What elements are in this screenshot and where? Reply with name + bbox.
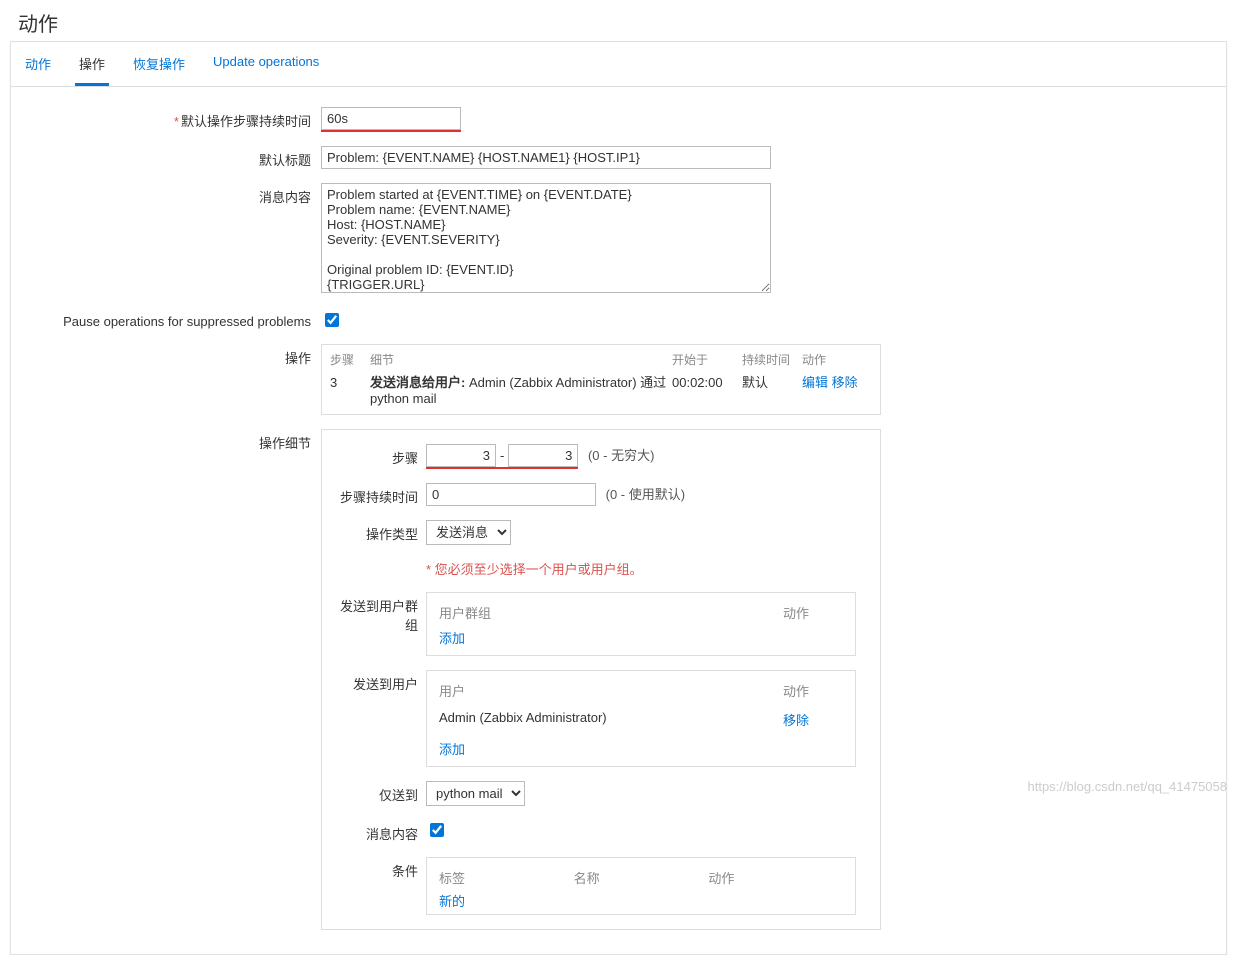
op-head-action: 动作 [802,351,872,368]
default-title-input[interactable] [321,146,771,169]
operation-label: 操作 [31,344,321,367]
user-table: 用户 动作 Admin (Zabbix Administrator) 移除 添加 [426,670,856,767]
condition-table: 标签 名称 动作 新的 [426,857,856,915]
cond-action-head: 动作 [708,868,843,887]
page-title: 动作 [10,0,1227,41]
only-send-to-select[interactable]: python mail [426,781,525,806]
main-panel: 动作 操作 恢复操作 Update operations *默认操作步骤持续时间… [10,41,1227,955]
op-head-duration: 持续时间 [742,351,802,368]
operation-detail-label: 操作细节 [31,429,321,452]
op-row-edit-link[interactable]: 编辑 [802,375,828,390]
remove-user-link[interactable]: 移除 [783,713,809,728]
message-content-label: 消息内容 [31,183,321,206]
op-type-label: 操作类型 [334,520,426,543]
required-mark: * [426,562,435,577]
add-user-link[interactable]: 添加 [439,739,843,758]
add-user-group-link[interactable]: 添加 [439,628,843,647]
step-from-input[interactable] [426,444,496,467]
action-head: 动作 [783,681,843,700]
cond-name-head: 名称 [574,868,709,887]
op-row-start: 00:02:00 [672,375,742,390]
pause-checkbox[interactable] [325,313,339,327]
op-head-detail: 细节 [370,351,672,368]
step-hint: (0 - 无穷大) [588,448,654,463]
op-row-detail: 发送消息给用户: Admin (Zabbix Administrator) 通过… [370,372,672,406]
op-head-start: 开始于 [672,351,742,368]
op-row-duration: 默认 [742,372,802,391]
operation-detail-box: 步骤 - (0 - 无穷大) 步骤持续时间 [321,429,881,930]
pause-label: Pause operations for suppressed problems [31,310,321,329]
new-condition-link[interactable]: 新的 [439,891,843,910]
step-label: 步骤 [334,444,426,467]
user-head: 用户 [439,681,783,700]
operation-table: 步骤 细节 开始于 持续时间 动作 3 发送消息给用户: Admin (Zabb… [321,344,881,415]
tab-recovery[interactable]: 恢复操作 [129,42,189,86]
action-head: 动作 [783,603,843,622]
tab-action[interactable]: 动作 [21,42,55,86]
list-item: Admin (Zabbix Administrator) 移除 [439,706,843,733]
user-group-head: 用户群组 [439,603,783,622]
must-select-note: 您必须至少选择一个用户或用户组。 [435,562,643,577]
op-row-step: 3 [330,375,370,390]
op-row-remove-link[interactable]: 移除 [832,375,858,390]
detail-msg-content-label: 消息内容 [334,820,426,843]
op-type-select[interactable]: 发送消息 [426,520,511,545]
step-duration-hint: (0 - 使用默认) [606,487,685,502]
condition-label: 条件 [334,857,426,880]
required-mark: * [174,114,179,129]
send-group-label: 发送到用户群组 [334,592,426,634]
only-send-to-label: 仅送到 [334,781,426,804]
user-group-table: 用户群组 动作 添加 [426,592,856,656]
step-to-input[interactable] [508,444,578,467]
table-row: 3 发送消息给用户: Admin (Zabbix Administrator) … [330,372,872,406]
message-content-textarea[interactable]: Problem started at {EVENT.TIME} on {EVEN… [321,183,771,293]
cond-tag-head: 标签 [439,868,574,887]
op-head-step: 步骤 [330,351,370,368]
default-title-label: 默认标题 [31,146,321,169]
default-step-duration-input[interactable] [321,107,461,130]
user-name: Admin (Zabbix Administrator) [439,710,783,729]
default-step-duration-label: *默认操作步骤持续时间 [31,107,321,130]
tabs: 动作 操作 恢复操作 Update operations [11,42,1226,87]
tab-update-operations[interactable]: Update operations [209,42,323,86]
step-duration-label: 步骤持续时间 [334,483,426,506]
step-duration-input[interactable] [426,483,596,506]
send-user-label: 发送到用户 [334,670,426,693]
form-area: *默认操作步骤持续时间 默认标题 消息内容 Problem [11,87,1226,954]
msg-content-checkbox[interactable] [430,823,444,837]
tab-operation[interactable]: 操作 [75,42,109,86]
